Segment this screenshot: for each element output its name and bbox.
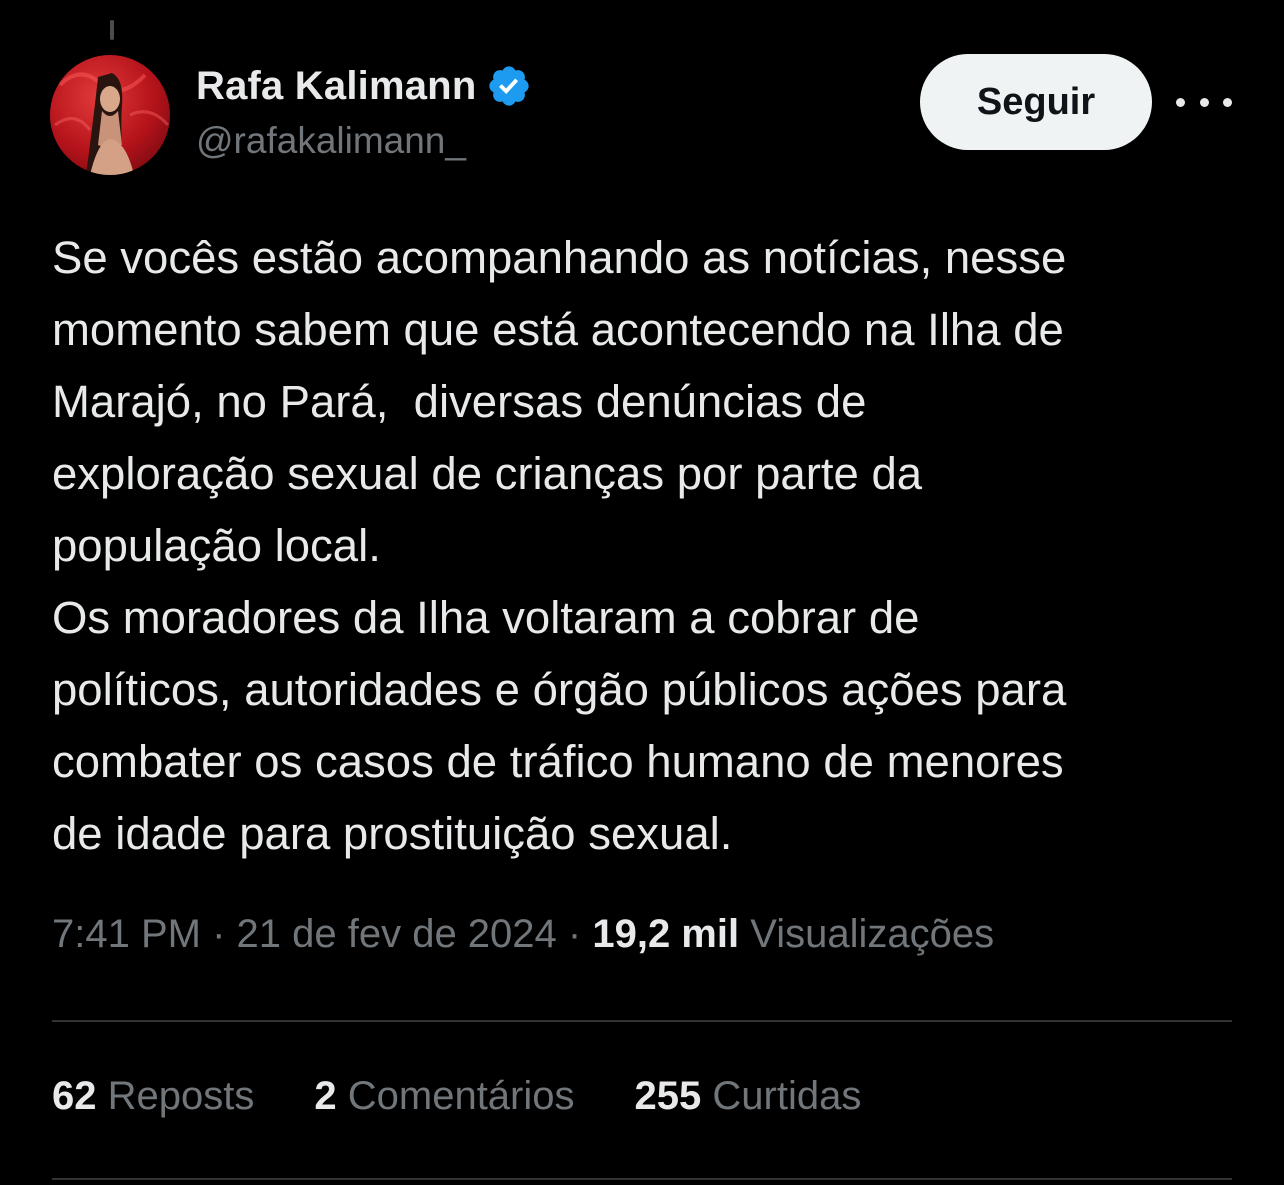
- more-options-icon[interactable]: [1176, 84, 1232, 120]
- more-dot: [1176, 97, 1185, 107]
- reposts-count: 62: [52, 1074, 97, 1118]
- meta-separator: ·: [200, 912, 237, 956]
- likes-stat[interactable]: 255 Curtidas: [635, 1074, 862, 1119]
- comments-stat[interactable]: 2 Comentários: [314, 1074, 574, 1119]
- author-handle[interactable]: @rafakalimann_: [196, 120, 466, 162]
- likes-label: Curtidas: [712, 1074, 862, 1118]
- views-count: 19,2 mil: [592, 912, 740, 956]
- thread-connector-line: [110, 20, 114, 40]
- reposts-label: Reposts: [107, 1074, 255, 1118]
- avatar-image: [50, 55, 170, 175]
- author-display-name[interactable]: Rafa Kalimann: [196, 64, 476, 109]
- divider: [52, 1020, 1232, 1022]
- comments-label: Comentários: [347, 1074, 575, 1118]
- divider: [52, 1178, 1232, 1180]
- verified-badge-icon: [486, 63, 532, 109]
- likes-count: 255: [634, 1074, 702, 1118]
- more-dot: [1199, 97, 1209, 107]
- tweet-meta: 7:41 PM · 21 de fev de 2024 · 19,2 mil V…: [52, 912, 994, 957]
- comments-count: 2: [314, 1074, 337, 1118]
- tweet-time[interactable]: 7:41 PM: [52, 912, 201, 956]
- more-dot: [1223, 97, 1232, 107]
- author-name-row: Rafa Kalimann: [196, 60, 532, 112]
- tweet-date[interactable]: 21 de fev de 2024: [237, 912, 557, 956]
- views-label: Visualizações: [750, 912, 995, 956]
- engagement-stats: 62 Reposts 2 Comentários 255 Curtidas: [52, 1074, 921, 1119]
- tweet-text: Se vocês estão acompanhando as notícias,…: [52, 232, 1067, 859]
- follow-button[interactable]: Seguir: [920, 54, 1152, 150]
- reposts-stat[interactable]: 62 Reposts: [52, 1074, 254, 1119]
- avatar[interactable]: [50, 55, 170, 175]
- meta-separator: ·: [556, 912, 593, 956]
